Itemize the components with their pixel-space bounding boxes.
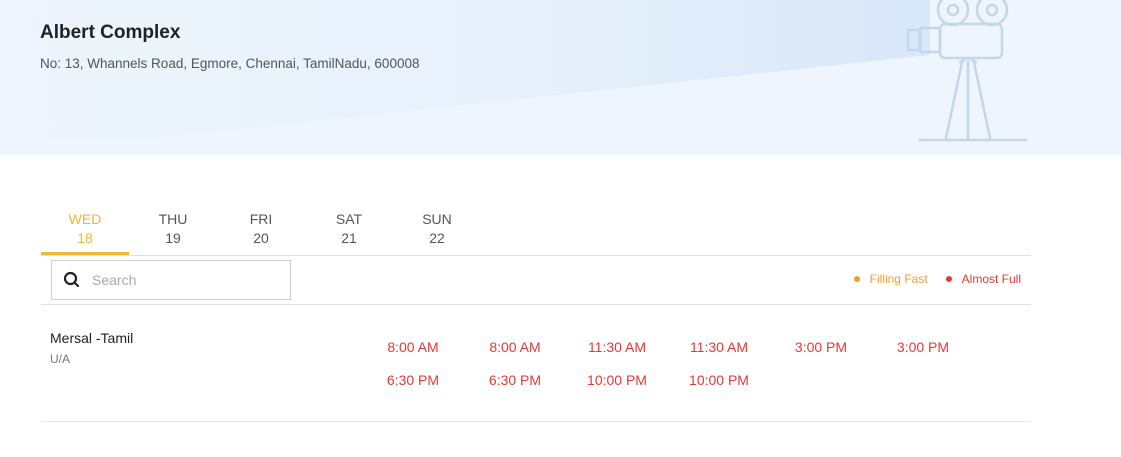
tab-wed-18[interactable]: WED 18 xyxy=(41,208,129,255)
movie-divider xyxy=(41,421,1031,422)
legend-filling-fast: Filling Fast xyxy=(853,272,928,286)
showtime-button[interactable]: 8:00 AM xyxy=(464,336,566,358)
tab-day-label: THU xyxy=(158,211,188,227)
filling-fast-dot-icon xyxy=(853,276,860,282)
search-divider xyxy=(41,304,1031,305)
tab-date-label: 21 xyxy=(341,230,357,246)
movie-projector-icon xyxy=(906,0,1028,142)
legend-almost-full-label: Almost Full xyxy=(961,272,1021,286)
movie-title[interactable]: Mersal -Tamil xyxy=(50,330,133,346)
tabs-divider xyxy=(41,255,1031,256)
showtime-button[interactable]: 6:30 PM xyxy=(362,369,464,391)
tab-day-label: SAT xyxy=(335,211,363,227)
showtime-button[interactable]: 8:00 AM xyxy=(362,336,464,358)
tab-date-label: 22 xyxy=(429,230,445,246)
tab-thu-19[interactable]: THU 19 xyxy=(129,208,217,255)
search-box xyxy=(51,260,291,300)
showtime-button[interactable]: 11:30 AM xyxy=(566,336,668,358)
showtime-button[interactable]: 10:00 PM xyxy=(668,369,770,391)
showtime-button[interactable]: 10:00 PM xyxy=(566,369,668,391)
showtimes-grid: 8:00 AM 8:00 AM 11:30 AM 11:30 AM 3:00 P… xyxy=(362,336,982,391)
legend-filling-fast-label: Filling Fast xyxy=(869,272,928,286)
movie-certificate: U/A xyxy=(50,352,71,366)
cinema-name: Albert Complex xyxy=(40,22,181,43)
tab-day-label: WED xyxy=(68,211,102,227)
search-icon[interactable] xyxy=(52,261,92,299)
legend-almost-full: Almost Full xyxy=(945,272,1021,286)
showtime-button[interactable]: 3:00 PM xyxy=(770,336,872,358)
date-tabs: WED 18 THU 19 FRI 20 SAT 21 SUN 22 xyxy=(41,208,481,255)
showtime-button[interactable]: 11:30 AM xyxy=(668,336,770,358)
showtime-button[interactable]: 3:00 PM xyxy=(872,336,974,358)
tab-day-label: FRI xyxy=(249,211,273,227)
tab-date-label: 18 xyxy=(77,230,93,246)
tab-fri-20[interactable]: FRI 20 xyxy=(217,208,305,255)
tab-date-label: 20 xyxy=(253,230,269,246)
tab-sun-22[interactable]: SUN 22 xyxy=(393,208,481,255)
availability-legend: Filling Fast Almost Full xyxy=(836,272,1021,286)
tab-sat-21[interactable]: SAT 21 xyxy=(305,208,393,255)
cinema-address: No: 13, Whannels Road, Egmore, Chennai, … xyxy=(40,56,420,71)
almost-full-dot-icon xyxy=(945,276,952,282)
cinema-header: Albert Complex No: 13, Whannels Road, Eg… xyxy=(0,0,1121,155)
showtime-button[interactable]: 6:30 PM xyxy=(464,369,566,391)
search-input[interactable] xyxy=(92,262,282,298)
tab-date-label: 19 xyxy=(165,230,181,246)
tab-day-label: SUN xyxy=(422,211,452,227)
